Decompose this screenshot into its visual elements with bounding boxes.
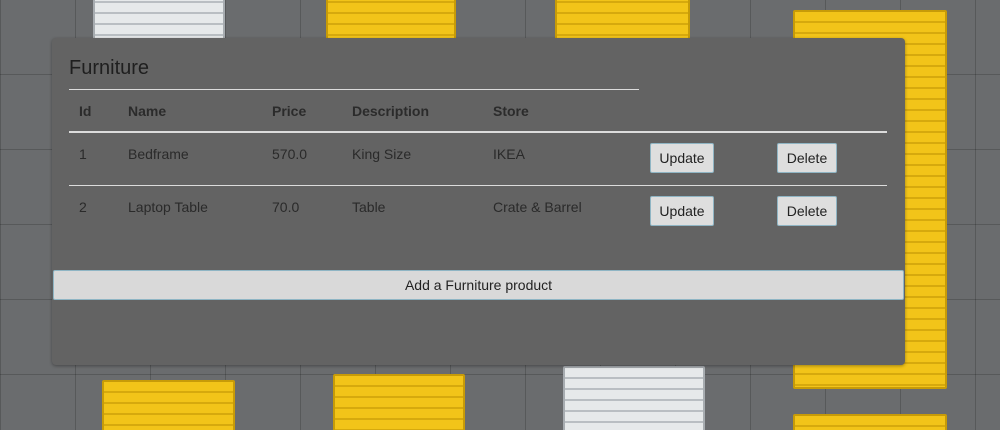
column-header-name: Name	[128, 103, 167, 119]
column-header-price: Price	[272, 103, 307, 119]
row-price: 570.0	[272, 146, 308, 162]
row-id: 2	[79, 199, 87, 215]
add-furniture-button[interactable]: Add a Furniture product	[53, 270, 904, 300]
white-shipping-container	[563, 366, 705, 430]
column-header-description: Description	[352, 103, 430, 119]
row-store: Crate & Barrel	[493, 199, 582, 215]
furniture-panel: Furniture Id Name Price Description Stor…	[52, 38, 905, 365]
row-name: Laptop Table	[128, 199, 208, 215]
yellow-shipping-container	[326, 0, 456, 40]
delete-button[interactable]: Delete	[777, 196, 837, 226]
row-description: Table	[352, 199, 386, 215]
update-button[interactable]: Update	[650, 196, 714, 226]
row-price: 70.0	[272, 199, 300, 215]
header-bottom-divider	[69, 131, 887, 133]
column-header-store: Store	[493, 103, 529, 119]
update-button[interactable]: Update	[650, 143, 714, 173]
row-divider	[69, 185, 887, 186]
row-id: 1	[79, 146, 87, 162]
header-top-divider	[69, 89, 639, 90]
column-header-id: Id	[79, 103, 92, 119]
yellow-shipping-container	[793, 414, 947, 430]
delete-button[interactable]: Delete	[777, 143, 837, 173]
row-store: IKEA	[493, 146, 525, 162]
row-description: King Size	[352, 146, 412, 162]
white-shipping-container	[93, 0, 225, 40]
page-title: Furniture	[69, 57, 150, 79]
yellow-shipping-container	[555, 0, 690, 40]
yellow-shipping-container	[333, 374, 465, 430]
yellow-shipping-container	[102, 380, 235, 430]
row-name: Bedframe	[128, 146, 189, 162]
